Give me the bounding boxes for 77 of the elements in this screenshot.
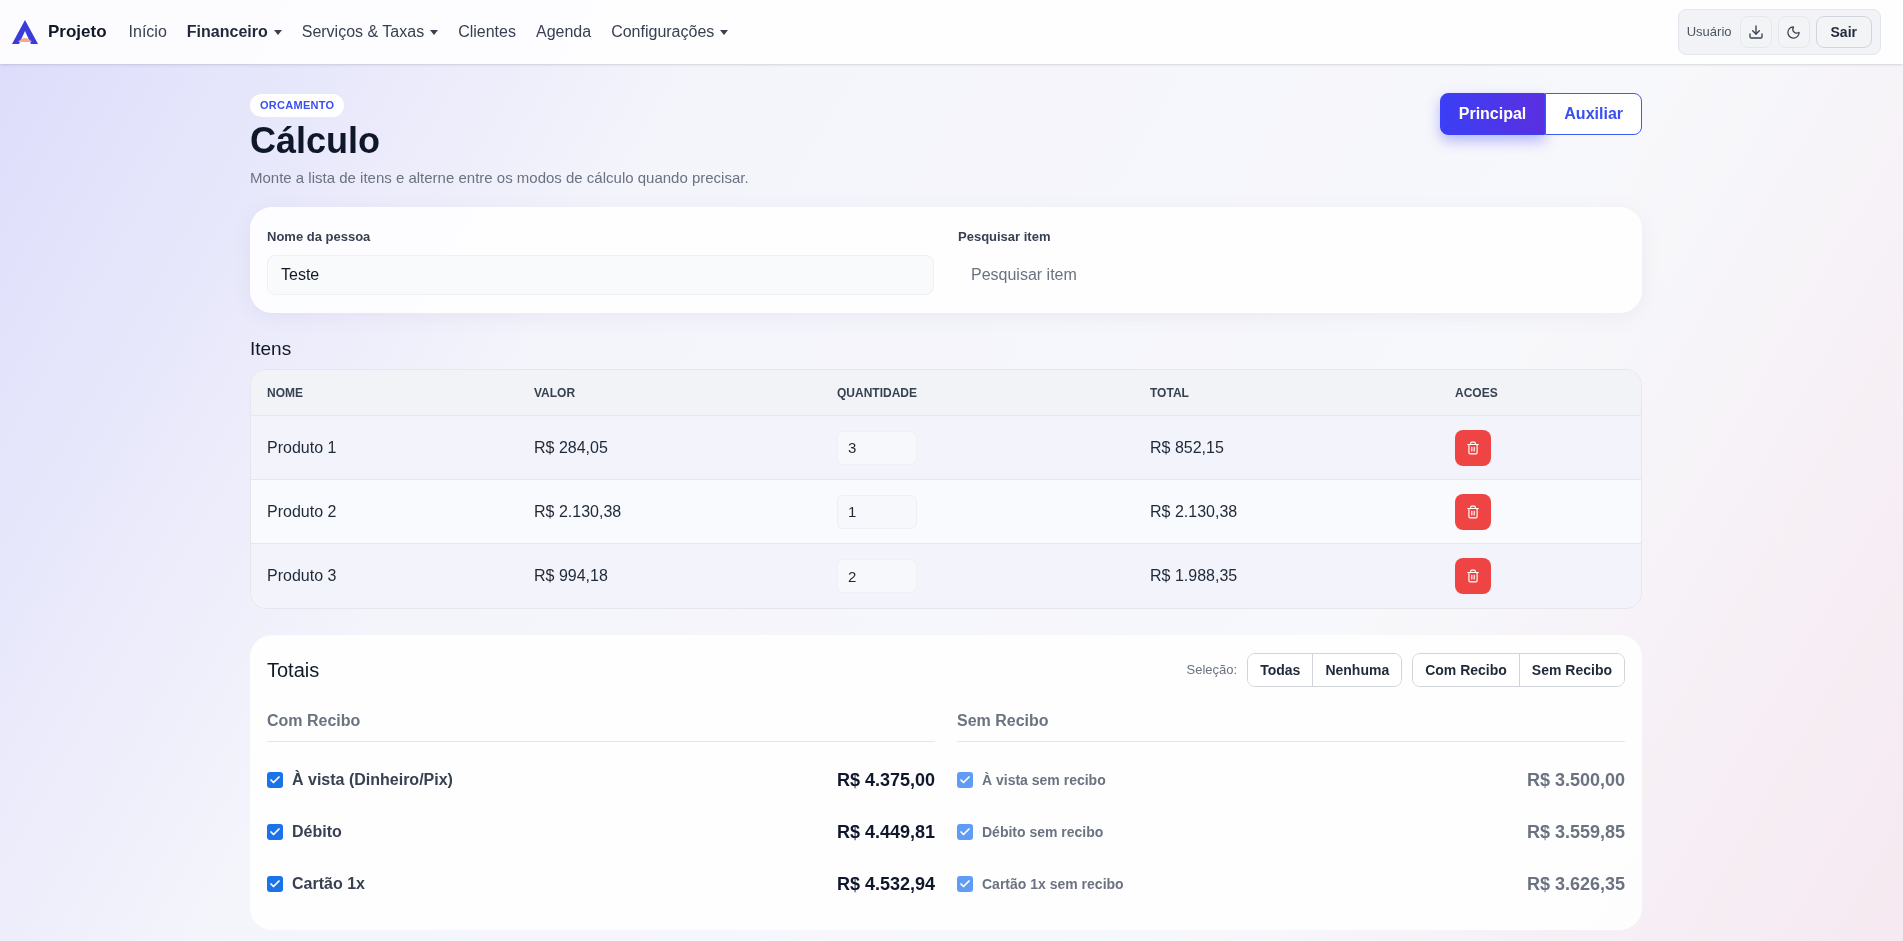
quantity-input[interactable]: 1 — [837, 494, 917, 529]
page-subtitle: Monte a lista de itens e alterne entre os modos de cálculo quando precisar. — [250, 167, 749, 188]
field-label: Pesquisar item — [958, 228, 1052, 246]
download-icon — [1747, 24, 1764, 40]
check-icon — [959, 774, 971, 786]
mode-tab[interactable]: Principal — [1439, 93, 1546, 135]
check-icon — [269, 878, 281, 890]
quantity-input[interactable]: 3 — [837, 430, 917, 465]
nav-link[interactable]: Serviços & Taxas — [291, 20, 449, 44]
column-header: TOTAL — [1150, 384, 1190, 402]
nav-link[interactable]: Configurações — [601, 20, 739, 44]
amount: R$ 4.532,94 — [836, 872, 935, 896]
download-button[interactable] — [1739, 16, 1772, 48]
table-cell-text: Produto 1 — [267, 437, 338, 458]
name-input[interactable]: Teste — [267, 254, 934, 295]
checkbox[interactable] — [957, 772, 973, 788]
checkbox[interactable] — [957, 824, 973, 840]
check-icon — [959, 826, 971, 838]
table-cell-text: R$ 1.988,35 — [1150, 566, 1239, 586]
trash-icon — [1466, 504, 1480, 519]
selection-label: Seleção: — [1186, 661, 1238, 680]
checkbox[interactable] — [267, 876, 283, 892]
table-cell-text: R$ 852,15 — [1150, 437, 1225, 458]
brand-name: Projeto — [48, 21, 107, 44]
table-cell-text: R$ 2.130,38 — [1150, 501, 1239, 522]
selection-button[interactable]: Nenhuma — [1312, 654, 1402, 686]
nav-link[interactable]: Agenda — [525, 20, 602, 44]
table-cell-text: R$ 994,18 — [534, 566, 609, 586]
amount: R$ 3.559,85 — [1526, 820, 1625, 844]
column-header: ACOES — [1455, 384, 1499, 402]
field-label: Nome da pessoa — [267, 228, 372, 246]
delete-button[interactable] — [1455, 429, 1491, 466]
amount: R$ 3.626,35 — [1526, 872, 1625, 896]
amount: R$ 4.375,00 — [836, 768, 935, 792]
payment-option-label: Débito sem recibo — [982, 822, 1104, 842]
nav-link[interactable]: Início — [118, 20, 177, 44]
user-name: Usuário — [1686, 23, 1732, 42]
quantity-input[interactable]: 2 — [837, 559, 917, 593]
checkbox[interactable] — [957, 876, 973, 892]
column-title: Sem Recibo — [957, 709, 1625, 742]
trash-icon — [1466, 569, 1480, 583]
nav-link[interactable]: Financeiro — [176, 20, 292, 44]
table-cell-text: R$ 2.130,38 — [534, 501, 623, 522]
nav-link[interactable]: Clientes — [448, 20, 526, 44]
payment-option-label: Cartão 1x — [292, 874, 365, 894]
delete-button[interactable] — [1455, 558, 1491, 594]
moon-icon — [1786, 24, 1802, 40]
check-icon — [269, 826, 281, 838]
check-icon — [959, 878, 971, 890]
column-header: NOME — [267, 384, 304, 402]
table-cell-text: R$ 284,05 — [534, 437, 609, 458]
logout-button[interactable]: Sair — [1815, 16, 1872, 48]
page-title: Cálculo — [250, 118, 382, 163]
table-cell-text: Produto 3 — [267, 566, 338, 586]
table-cell-text: Produto 2 — [267, 501, 338, 522]
receipt-filter-button[interactable]: Sem Recibo — [1518, 654, 1624, 686]
status-badge: ORCAMENTO — [250, 94, 345, 117]
search-input[interactable]: Pesquisar item — [958, 254, 1625, 295]
section-title: Itens — [250, 336, 293, 361]
checkbox[interactable] — [267, 824, 283, 840]
column-header: VALOR — [534, 384, 577, 402]
column-title: Com Recibo — [267, 709, 935, 742]
payment-option-label: À vista sem recibo — [982, 770, 1106, 790]
logo-icon — [10, 18, 40, 46]
mode-tab[interactable]: Auxiliar — [1545, 93, 1642, 135]
column-header: QUANTIDADE — [837, 384, 918, 402]
section-title: Totais — [267, 658, 320, 683]
dark-mode-button[interactable] — [1777, 16, 1810, 48]
delete-button[interactable] — [1455, 493, 1491, 530]
trash-icon — [1466, 440, 1480, 455]
payment-option-label: Cartão 1x sem recibo — [982, 874, 1124, 894]
checkbox[interactable] — [267, 772, 283, 788]
amount: R$ 3.500,00 — [1526, 768, 1625, 792]
payment-option-label: À vista (Dinheiro/Pix) — [292, 769, 453, 790]
amount: R$ 4.449,81 — [836, 820, 935, 844]
check-icon — [269, 774, 281, 786]
payment-option-label: Débito — [292, 822, 342, 842]
